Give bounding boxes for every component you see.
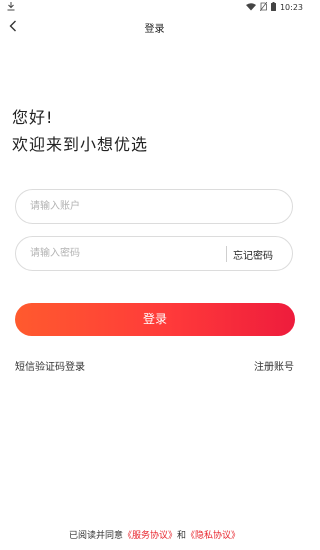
service-agreement-link[interactable]: 《服务协议》 (123, 531, 177, 541)
agreement-conjunction: 和 (177, 531, 187, 541)
battery-icon (270, 2, 276, 13)
wifi-icon (245, 2, 256, 13)
password-field: 忘记密码 (15, 236, 293, 271)
password-divider (226, 246, 227, 262)
register-link[interactable]: 注册账号 (254, 358, 294, 373)
login-button[interactable]: 登录 (15, 303, 295, 336)
status-bar: 10:23 (0, 0, 309, 14)
no-sim-icon (259, 1, 268, 13)
password-input[interactable] (30, 237, 220, 270)
login-screen: 10:23 登录 您好! 欢迎来到小想优选 忘记密码 登录 短信验证码登录 注册… (0, 0, 309, 550)
greeting-hello: 您好! (12, 108, 54, 127)
status-time: 10:23 (279, 3, 303, 12)
agreement-text: 已阅读并同意《服务协议》和《隐私协议》 (0, 528, 309, 541)
greeting-welcome: 欢迎来到小想优选 (12, 135, 149, 154)
account-field (15, 189, 293, 224)
download-icon (7, 2, 15, 13)
forgot-password-link[interactable]: 忘记密码 (233, 247, 273, 262)
page-title: 登录 (144, 24, 165, 35)
sms-login-link[interactable]: 短信验证码登录 (15, 358, 85, 373)
account-input[interactable] (30, 190, 280, 223)
agreement-prefix: 已阅读并同意 (68, 531, 123, 541)
header: 登录 (0, 14, 309, 40)
privacy-agreement-link[interactable]: 《隐私协议》 (186, 531, 240, 541)
status-icons: 10:23 (245, 1, 303, 13)
